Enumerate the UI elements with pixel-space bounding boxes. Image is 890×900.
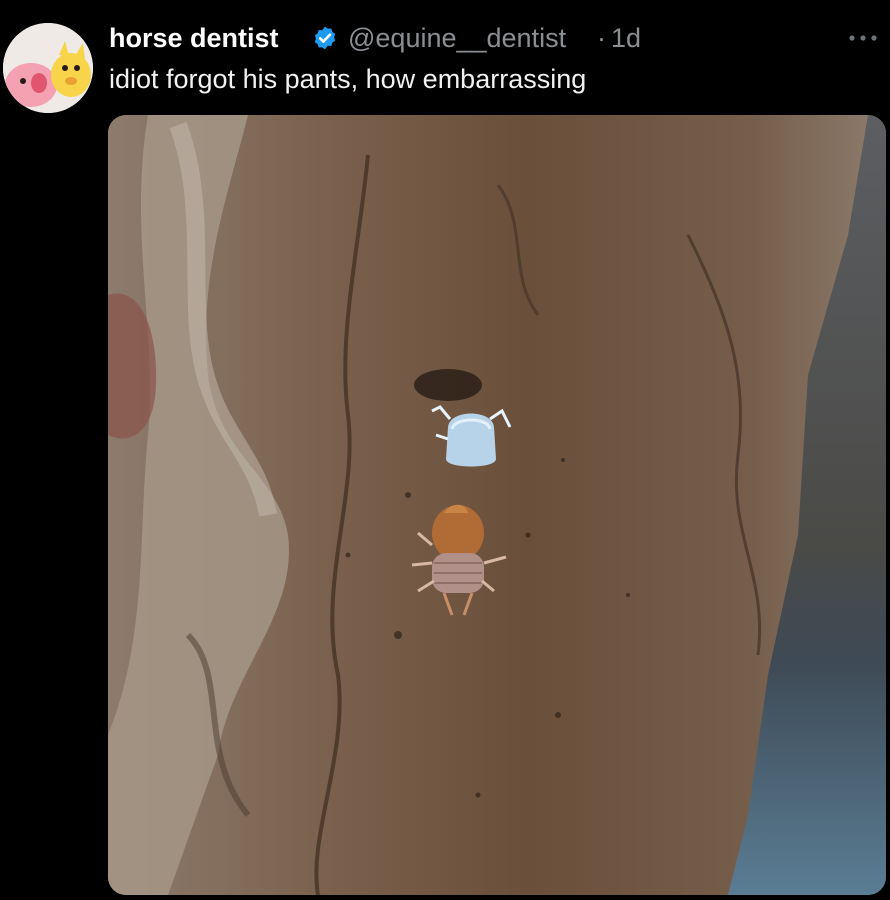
separator-dot: · (597, 23, 606, 53)
avatar-cartoon-icon (3, 23, 93, 113)
photo-bark-isopods (108, 115, 886, 895)
avatar[interactable] (3, 23, 93, 113)
tweet-photo[interactable] (108, 115, 886, 895)
verified-badge-icon (314, 26, 336, 50)
tweet-text: idiot forgot his pants, how embarrassing (109, 64, 587, 94)
more-options-icon[interactable] (846, 26, 880, 50)
timestamp[interactable]: 1d (611, 20, 641, 56)
tweet-header: horse dentist @equine__dentist · 1d (109, 20, 877, 56)
handle[interactable]: @equine__dentist (348, 20, 566, 56)
display-name[interactable]: horse dentist (109, 20, 279, 56)
